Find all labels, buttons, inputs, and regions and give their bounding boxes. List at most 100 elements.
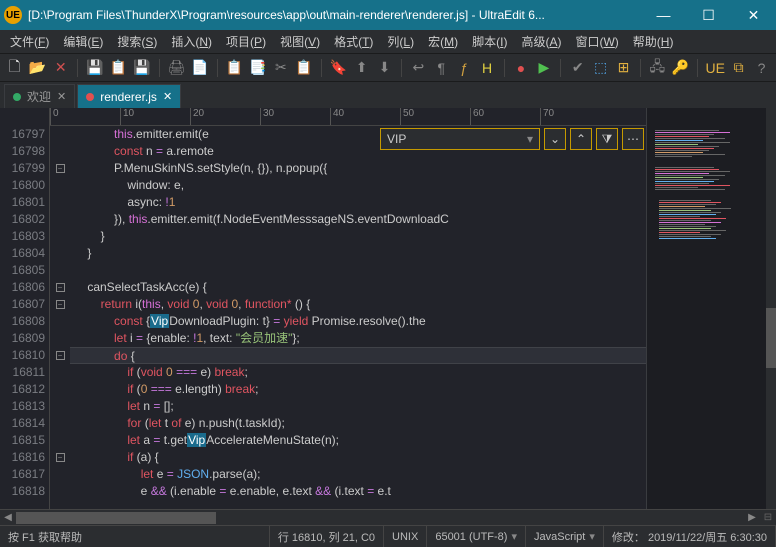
- save-as-icon[interactable]: 📋: [110, 59, 127, 77]
- fold-toggle[interactable]: −: [50, 296, 70, 313]
- clipboard-icon[interactable]: 📋: [226, 59, 243, 77]
- code-line[interactable]: if (0 === e.length) break;: [70, 381, 646, 398]
- save-all-icon[interactable]: 💾: [133, 59, 150, 77]
- find-filter-button[interactable]: ⧩: [596, 128, 618, 150]
- vertical-scrollbar[interactable]: [766, 108, 776, 509]
- next-bookmark-icon[interactable]: ⬇: [376, 59, 393, 77]
- code-line[interactable]: for (let t of e) n.push(t.taskId);: [70, 415, 646, 432]
- line-number: 16806: [0, 279, 49, 296]
- code-line[interactable]: [70, 262, 646, 279]
- find-prev-button[interactable]: ⌃: [570, 128, 592, 150]
- menu-i[interactable]: 脚本(I): [466, 31, 513, 52]
- code-line[interactable]: let i = {enable: !1, text: "会员加速"};: [70, 330, 646, 347]
- close-button[interactable]: ✕: [731, 0, 776, 30]
- macro-rec-icon[interactable]: ●: [513, 59, 530, 77]
- ftp-icon[interactable]: 🖧: [649, 59, 666, 77]
- hex-icon[interactable]: H: [479, 59, 496, 77]
- code-line[interactable]: let e = JSON.parse(a);: [70, 466, 646, 483]
- bookmark-icon[interactable]: 🔖: [330, 59, 347, 77]
- tab-renderer[interactable]: renderer.js ✕: [77, 84, 181, 108]
- about-icon[interactable]: UE: [706, 59, 724, 77]
- code-view[interactable]: this.emitter.emit(e const n = a.remote P…: [70, 108, 646, 509]
- tab-welcome[interactable]: 欢迎 ✕: [4, 84, 75, 108]
- menu-l[interactable]: 列(L): [381, 31, 420, 52]
- macro-play-icon[interactable]: ▶: [535, 59, 552, 77]
- fold-toggle[interactable]: −: [50, 279, 70, 296]
- code-line[interactable]: let n = [];: [70, 398, 646, 415]
- prev-bookmark-icon[interactable]: ⬆: [353, 59, 370, 77]
- fold-toggle: [50, 398, 70, 415]
- scrollbar-thumb[interactable]: [766, 308, 776, 368]
- code-line[interactable]: window: e,: [70, 177, 646, 194]
- line-number: 16800: [0, 177, 49, 194]
- maximize-button[interactable]: ☐: [686, 0, 731, 30]
- code-line[interactable]: if (void 0 === e) break;: [70, 364, 646, 381]
- status-line-ending[interactable]: UNIX: [384, 526, 427, 547]
- code-line[interactable]: const {VipDownloadPlugin: t} = yield Pro…: [70, 313, 646, 330]
- code-line[interactable]: async: !1: [70, 194, 646, 211]
- scrollbar-thumb[interactable]: [16, 512, 216, 524]
- menu-n[interactable]: 插入(N): [165, 31, 218, 52]
- help-icon[interactable]: ?: [753, 59, 770, 77]
- fold-toggle: [50, 194, 70, 211]
- menu-f[interactable]: 文件(F): [4, 31, 55, 52]
- code-line[interactable]: P.MenuSkinNS.setStyle(n, {}), n.popup({: [70, 160, 646, 177]
- compare-icon[interactable]: ⧉: [730, 59, 747, 77]
- menu-e[interactable]: 编辑(E): [57, 31, 109, 52]
- code-line[interactable]: let a = t.getVipAccelerateMenuState(n);: [70, 432, 646, 449]
- code-line[interactable]: }), this.emitter.emit(f.NodeEventMesssag…: [70, 211, 646, 228]
- scroll-right-icon[interactable]: ▶: [744, 510, 760, 526]
- status-encoding[interactable]: 65001 (UTF-8) ▾: [427, 526, 526, 547]
- wordwrap-icon[interactable]: ↩: [410, 59, 427, 77]
- minimize-button[interactable]: —: [641, 0, 686, 30]
- menu-p[interactable]: 项目(P): [220, 31, 272, 52]
- dropdown-icon[interactable]: ▾: [527, 132, 533, 146]
- status-language[interactable]: JavaScript ▾: [526, 526, 604, 547]
- ssh-icon[interactable]: 🔑: [672, 59, 689, 77]
- new-file-icon[interactable]: 🗋: [6, 59, 23, 77]
- cut-icon[interactable]: ✂: [272, 59, 289, 77]
- split-handle-icon[interactable]: ⊟: [760, 510, 776, 526]
- find-more-button[interactable]: ⋯: [622, 128, 644, 150]
- code-line[interactable]: if (a) {: [70, 449, 646, 466]
- ruler: 010203040506070: [50, 108, 646, 126]
- tab-welcome-label: 欢迎: [27, 88, 51, 105]
- menu-h[interactable]: 帮助(H): [627, 31, 680, 52]
- close-tab-icon[interactable]: ✕: [163, 90, 172, 103]
- status-help: 按 F1 获取帮助: [0, 526, 270, 547]
- minimap[interactable]: [646, 108, 766, 509]
- find-next-button[interactable]: ⌄: [544, 128, 566, 150]
- menu-s[interactable]: 搜索(S): [111, 31, 163, 52]
- code-line[interactable]: }: [70, 245, 646, 262]
- copy-icon[interactable]: 📑: [249, 59, 266, 77]
- menu-w[interactable]: 窗口(W): [569, 31, 624, 52]
- scroll-left-icon[interactable]: ◀: [0, 510, 16, 526]
- menu-m[interactable]: 宏(M): [422, 31, 464, 52]
- invisible-chars-icon[interactable]: ¶: [433, 59, 450, 77]
- find-input[interactable]: VIP ▾: [380, 128, 540, 150]
- code-line[interactable]: }: [70, 228, 646, 245]
- code-line[interactable]: e && (i.enable = e.enable, e.text && (i.…: [70, 483, 646, 500]
- fold-toggle[interactable]: −: [50, 449, 70, 466]
- print-preview-icon[interactable]: 📄: [191, 59, 208, 77]
- code-line[interactable]: canSelectTaskAcc(e) {: [70, 279, 646, 296]
- tag-list-icon[interactable]: ⊞: [615, 59, 632, 77]
- code-line[interactable]: return i(this, void 0, void 0, function*…: [70, 296, 646, 313]
- save-icon[interactable]: 💾: [86, 59, 103, 77]
- close-tab-icon[interactable]: ✕: [57, 90, 66, 103]
- open-file-icon[interactable]: 📂: [29, 59, 46, 77]
- workspace-icon[interactable]: ⬚: [592, 59, 609, 77]
- code-line[interactable]: do {: [70, 347, 646, 364]
- fold-toggle[interactable]: −: [50, 347, 70, 364]
- spellcheck-icon[interactable]: ✔: [569, 59, 586, 77]
- fold-toggle[interactable]: −: [50, 160, 70, 177]
- tab-dot-icon: [13, 93, 21, 101]
- print-icon[interactable]: 🖨: [167, 59, 185, 77]
- menu-t[interactable]: 格式(T): [328, 31, 379, 52]
- menu-v[interactable]: 视图(V): [274, 31, 326, 52]
- close-file-icon[interactable]: ✕: [52, 59, 69, 77]
- menu-a[interactable]: 高级(A): [515, 31, 567, 52]
- paste-icon[interactable]: 📋: [295, 59, 312, 77]
- horizontal-scrollbar[interactable]: ◀ ▶ ⊟: [0, 509, 776, 525]
- function-list-icon[interactable]: ƒ: [456, 59, 473, 77]
